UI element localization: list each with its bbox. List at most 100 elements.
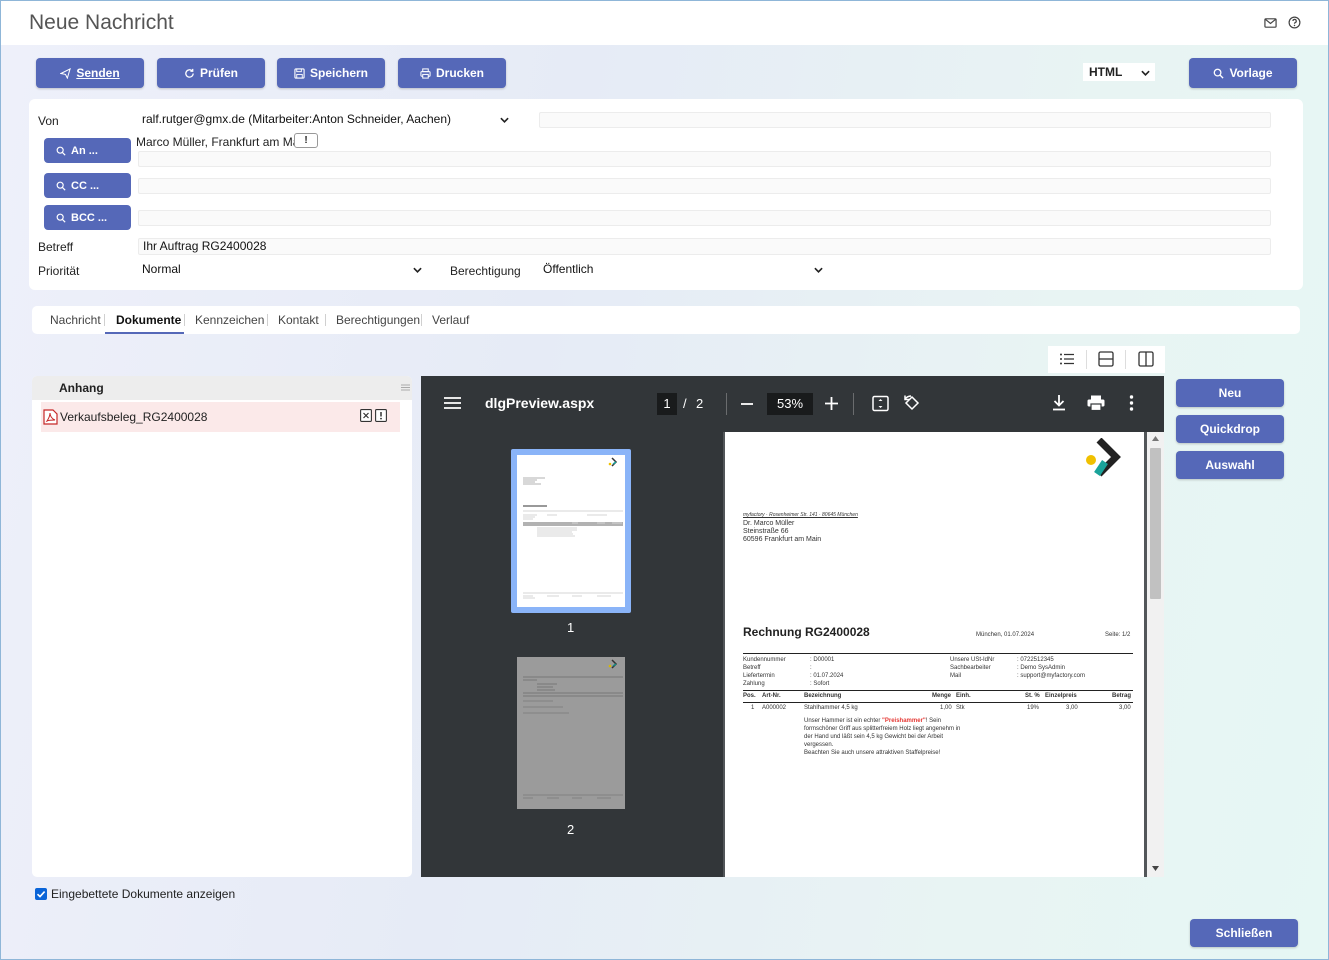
remove-attachment-icon[interactable]: [360, 409, 372, 422]
meta-key: Betreff: [743, 665, 761, 671]
zoom-input[interactable]: 53%: [767, 393, 813, 415]
subject-field[interactable]: Ihr Auftrag RG2400028: [138, 238, 1271, 255]
meta-key: Unsere USt-IdNr: [950, 657, 995, 663]
column-header: Bezeichnung: [804, 693, 842, 699]
scroll-up-icon[interactable]: [1152, 436, 1159, 441]
tab-documents[interactable]: Dokumente: [116, 313, 181, 327]
tab-contact[interactable]: Kontakt: [278, 313, 319, 327]
floppy-icon: [294, 67, 305, 79]
split-horizontal-icon[interactable]: [1097, 350, 1115, 368]
check-button[interactable]: Prüfen: [157, 58, 265, 88]
bcc-button[interactable]: BCC ...: [44, 205, 131, 230]
attachment-item[interactable]: Verkaufsbeleg_RG2400028: [41, 402, 400, 432]
window-title: Neue Nachricht: [29, 11, 174, 34]
tab-divider: [325, 314, 326, 326]
to-field[interactable]: [138, 151, 1271, 167]
cc-button[interactable]: CC ...: [44, 173, 131, 198]
column-header: Menge: [932, 693, 952, 699]
tab-history[interactable]: Verlauf: [432, 313, 469, 327]
description-line-1: Unser Hammer ist ein echter "Preishammer…: [804, 718, 941, 724]
row-cell: 1: [751, 705, 755, 711]
chevron-down-icon: [814, 267, 823, 273]
print-icon[interactable]: [1087, 395, 1105, 411]
search-icon: [56, 213, 66, 223]
meta-value: : D00001: [810, 657, 835, 663]
fit-page-icon[interactable]: [872, 395, 889, 412]
attachments-panel: Anhang Verkaufsbeleg_RG2400028: [32, 376, 412, 877]
recipient-line-3: 60596 Frankfurt am Main: [743, 536, 822, 543]
meta-key: Sachbearbeiter: [950, 665, 991, 671]
cc-field[interactable]: [138, 178, 1271, 194]
to-button[interactable]: An ...: [44, 138, 131, 163]
thumbnail-label-1: 1: [567, 620, 575, 635]
rotate-icon[interactable]: [903, 394, 921, 412]
toolbar-divider: [726, 393, 727, 415]
pdf-viewer: dlgPreview.aspx 1 / 2 53% 1 2 myfactory …: [421, 376, 1164, 877]
document-scrollbar[interactable]: [1147, 432, 1164, 877]
subject-value: Ihr Auftrag RG2400028: [143, 239, 267, 253]
permission-select[interactable]: Öffentlich: [539, 260, 829, 278]
from-label: Von: [38, 114, 59, 128]
save-button[interactable]: Speichern: [277, 58, 385, 88]
thumbnail-page-2[interactable]: [517, 657, 625, 809]
tab-permissions[interactable]: Berechtigungen: [336, 313, 420, 327]
invoice-page: Seite: 1/2: [1105, 632, 1131, 638]
bcc-button-label: BCC ...: [71, 211, 108, 224]
more-options-icon[interactable]: [1129, 395, 1134, 411]
send-button[interactable]: Senden: [36, 58, 144, 88]
row-cell: A000002: [762, 705, 787, 711]
from-extra-field[interactable]: [539, 112, 1271, 128]
drag-handle-icon[interactable]: [401, 383, 410, 392]
thumbnail-page-2-content: [523, 659, 623, 799]
zoom-in-icon[interactable]: [825, 397, 838, 410]
pdf-toolbar: dlgPreview.aspx 1 / 2 53%: [421, 376, 1164, 432]
pdf-filename: dlgPreview.aspx: [485, 395, 595, 411]
close-label: Schließen: [1215, 926, 1273, 940]
priority-select[interactable]: Normal: [138, 260, 428, 278]
quickdrop-button[interactable]: Quickdrop: [1176, 415, 1284, 443]
tab-flags[interactable]: Kennzeichen: [195, 313, 264, 327]
thumbnail-page-1[interactable]: [511, 449, 631, 613]
split-vertical-icon[interactable]: [1137, 350, 1155, 368]
tab-message[interactable]: Nachricht: [50, 313, 101, 327]
meta-value: : 0722512345: [1017, 657, 1054, 663]
download-icon[interactable]: [1052, 395, 1066, 411]
thumbnail-pane: 1 2: [421, 432, 723, 877]
send-icon: [60, 67, 72, 79]
template-button[interactable]: Vorlage: [1189, 58, 1297, 88]
page-number-input[interactable]: 1: [657, 393, 677, 415]
help-icon[interactable]: [1288, 16, 1301, 29]
list-view-icon[interactable]: [1058, 350, 1076, 368]
chevron-down-icon: [413, 267, 422, 273]
show-embedded-label[interactable]: Eingebettete Dokumente anzeigen: [51, 887, 235, 901]
bcc-field[interactable]: [138, 210, 1271, 226]
toolbar-divider: [853, 393, 854, 415]
column-header: Art-Nr.: [762, 693, 781, 699]
attachment-info-icon[interactable]: [375, 409, 387, 422]
menu-icon[interactable]: [444, 396, 461, 410]
priority-label: Priorität: [38, 264, 80, 278]
print-button[interactable]: Drucken: [398, 58, 506, 88]
column-header: Einzelpreis: [1045, 693, 1077, 699]
close-button[interactable]: Schließen: [1190, 919, 1298, 947]
from-select[interactable]: ralf.rutger@gmx.de (Mitarbeiter:Anton Sc…: [138, 110, 514, 128]
search-icon: [1214, 68, 1225, 79]
new-button[interactable]: Neu: [1176, 379, 1284, 407]
description-line-4: vergessen.: [804, 742, 834, 748]
mail-icon[interactable]: [1264, 17, 1277, 29]
format-select[interactable]: HTML: [1083, 63, 1155, 81]
tab-divider: [184, 314, 185, 326]
zoom-out-icon[interactable]: [741, 403, 753, 405]
meta-value: : support@myfactory.com: [1017, 673, 1085, 679]
recipient-warning-badge[interactable]: !: [294, 133, 318, 148]
table-rule: [743, 690, 1133, 691]
to-recipient[interactable]: Marco Müller, Frankfurt am Main: [136, 135, 309, 149]
scroll-down-icon[interactable]: [1152, 866, 1159, 871]
tab-bar: Nachricht Dokumente Kennzeichen Kontakt …: [32, 306, 1300, 334]
chevron-down-icon: [500, 117, 509, 123]
select-button[interactable]: Auswahl: [1176, 451, 1284, 479]
row-cell: 3,00: [1119, 705, 1131, 711]
attachments-header-label: Anhang: [59, 381, 104, 395]
show-embedded-checkbox[interactable]: [35, 888, 47, 900]
scrollbar-thumb[interactable]: [1150, 448, 1161, 599]
